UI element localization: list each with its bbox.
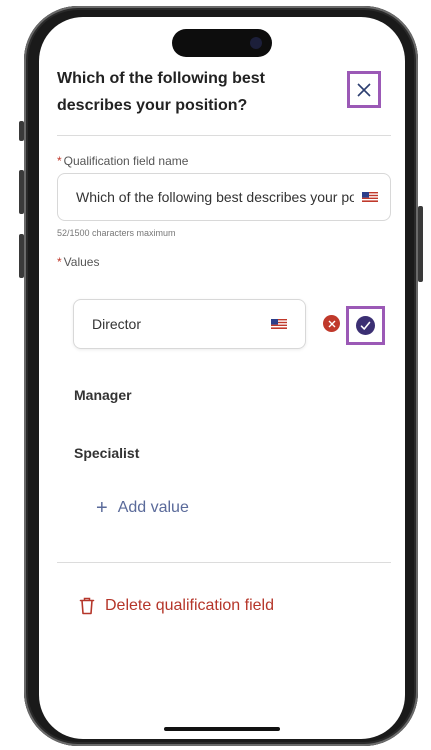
check-icon [360, 321, 371, 330]
confirm-value-button[interactable] [346, 306, 385, 345]
remove-value-button[interactable] [323, 315, 340, 332]
header-divider [57, 135, 391, 136]
qualification-name-value: Which of the following best describes yo… [76, 189, 354, 205]
phone-power-button [418, 206, 423, 282]
value-item-manager[interactable]: Manager [74, 387, 132, 403]
close-icon [357, 82, 371, 97]
delete-qualification-label: Delete qualification field [105, 597, 274, 614]
us-flag-icon[interactable] [362, 192, 378, 202]
phone-screen: Which of the following best describes yo… [39, 17, 405, 739]
dynamic-island [172, 29, 272, 57]
dialog-title: Which of the following best describes yo… [57, 70, 265, 114]
required-asterisk: * [57, 154, 62, 168]
qualification-field-label: * Qualification field name [57, 154, 189, 168]
add-value-button[interactable]: + Add value [96, 498, 189, 518]
us-flag-icon[interactable] [271, 319, 287, 329]
values-label: * Values [57, 255, 100, 269]
delete-qualification-button[interactable]: Delete qualification field [79, 597, 274, 615]
close-circle-icon [328, 320, 335, 327]
front-camera [250, 37, 262, 49]
plus-icon: + [96, 497, 108, 519]
value-edit-text: Director [92, 316, 142, 332]
value-edit-input[interactable]: Director [73, 299, 306, 349]
close-button[interactable] [347, 71, 381, 108]
value-item-specialist[interactable]: Specialist [74, 445, 139, 461]
footer-divider [57, 562, 391, 563]
confirm-circle [356, 316, 375, 335]
add-value-label: Add value [117, 499, 189, 516]
home-indicator [164, 727, 280, 731]
character-counter: 52/1500 characters maximum [57, 228, 176, 238]
trash-icon [79, 597, 95, 615]
required-asterisk: * [57, 255, 62, 269]
qualification-name-input[interactable]: Which of the following best describes yo… [57, 173, 391, 221]
